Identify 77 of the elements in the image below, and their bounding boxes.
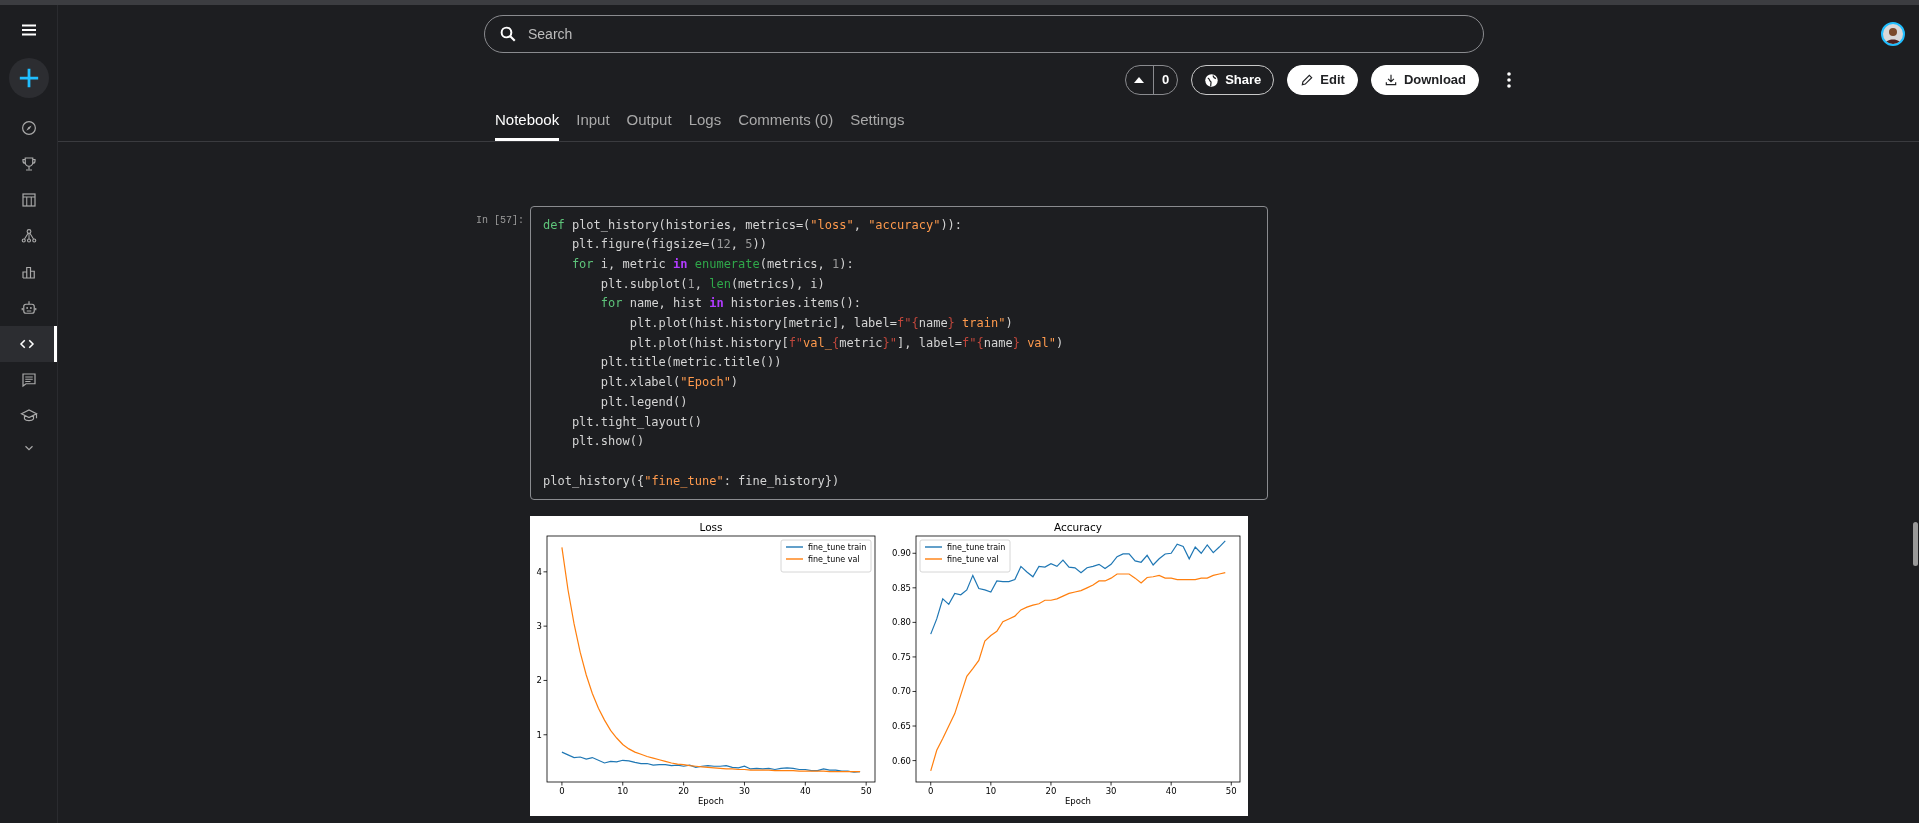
tick-label: 10	[617, 786, 629, 797]
chart-title: Accuracy	[1054, 521, 1102, 534]
code-line: for i, metric in enumerate(metrics, 1):	[570, 255, 854, 273]
download-button[interactable]: Download	[1370, 65, 1479, 95]
tick-label: 30	[1105, 786, 1117, 797]
legend-swatch	[924, 558, 943, 561]
tick-label: 40	[799, 786, 811, 797]
avatar[interactable]	[1881, 22, 1905, 46]
code-cell[interactable]	[530, 205, 1268, 501]
chart-title: Loss	[699, 521, 723, 534]
legend-swatch	[924, 546, 943, 549]
more-options-icon[interactable]	[1506, 72, 1512, 88]
tick-label: 0	[559, 786, 565, 797]
code-line: def plot_history(histories, metrics=("loss", "accuracy")):	[543, 216, 963, 234]
code-line: plt.figure(figsize=(12, 5))	[570, 236, 767, 254]
tab[interactable]: Comments (0)	[738, 109, 834, 141]
table-icon	[19, 191, 38, 209]
tab[interactable]: Settings	[850, 109, 905, 141]
search-icon	[499, 25, 517, 43]
caret-up-icon	[1134, 77, 1145, 83]
tick-label: 20	[1045, 786, 1057, 797]
download-icon	[1383, 73, 1398, 87]
search-field[interactable]: Search	[484, 15, 1484, 53]
trophy-icon	[19, 155, 38, 173]
tick-label: 30	[739, 786, 750, 797]
robot-icon	[19, 299, 38, 317]
code-line: plt.subplot(1, len(metrics), i)	[599, 275, 825, 293]
code-line: plt.plot(hist.history[f"val_{metric}"], label=f"{name} val")	[628, 334, 1064, 352]
legend-label: fine_tune val	[808, 555, 860, 565]
tick-label: 0.90	[892, 548, 911, 559]
tick-label: 1	[536, 730, 542, 741]
legend-swatch	[785, 546, 804, 549]
tick-label: 3	[536, 621, 542, 632]
compass-icon	[19, 119, 38, 137]
tick-label: 40	[1165, 786, 1177, 797]
tab[interactable]: Output	[626, 109, 672, 141]
tick-label: 20	[678, 786, 690, 797]
network-icon	[19, 227, 38, 245]
legend-swatch	[785, 558, 804, 561]
sidebar-item[interactable]	[0, 326, 57, 362]
tab[interactable]: Logs	[688, 109, 722, 141]
code-line: plt.xlabel("Epoch")	[599, 374, 739, 392]
vote-count: 0	[1160, 71, 1171, 90]
tick-label: 0.80	[892, 617, 911, 628]
tick-label: 0	[928, 786, 934, 797]
edit-button[interactable]: Edit	[1287, 65, 1358, 95]
code-line: for name, hist in histories.items():	[599, 295, 861, 313]
code-line: plt.title(metric.title())	[599, 354, 782, 372]
code-line: plt.plot(hist.history[metric], label=f"{name} train")	[628, 315, 1013, 332]
tick-label: 0.70	[892, 686, 911, 697]
create-button[interactable]	[8, 58, 49, 98]
code-line: plot_history({"fine_tune": fine_history})	[543, 472, 840, 490]
tick-label: 2	[536, 675, 542, 686]
menu-icon[interactable]	[20, 24, 37, 36]
tick-label: 0.75	[892, 652, 911, 663]
code-line: plt.legend()	[599, 393, 688, 411]
tick-label: 50	[1225, 786, 1237, 797]
legend-label: fine_tune train	[808, 543, 867, 553]
tick-label: 0.65	[892, 721, 911, 732]
cell-prompt: In [57]:	[475, 213, 524, 228]
legend-label: fine_tune train	[947, 543, 1006, 553]
axis-label: Epoch	[698, 796, 724, 807]
tick-label: 50	[860, 786, 872, 797]
legend-label: fine_tune val	[947, 555, 999, 565]
tick-label: 0.60	[892, 755, 911, 766]
code-line: plt.tight_layout()	[570, 413, 702, 431]
tick-label: 0.85	[892, 583, 911, 594]
code-line: plt.show()	[570, 433, 645, 451]
tick-label: 4	[536, 567, 542, 578]
globe-icon	[1204, 72, 1220, 88]
tick-label: 10	[985, 786, 997, 797]
plus-icon	[17, 67, 40, 89]
comment-icon	[19, 371, 38, 389]
axis-label: Epoch	[1065, 796, 1091, 807]
tab[interactable]: Input	[576, 109, 610, 141]
scrollbar-thumb[interactable]	[1913, 522, 1918, 566]
pencil-icon	[1300, 73, 1315, 87]
